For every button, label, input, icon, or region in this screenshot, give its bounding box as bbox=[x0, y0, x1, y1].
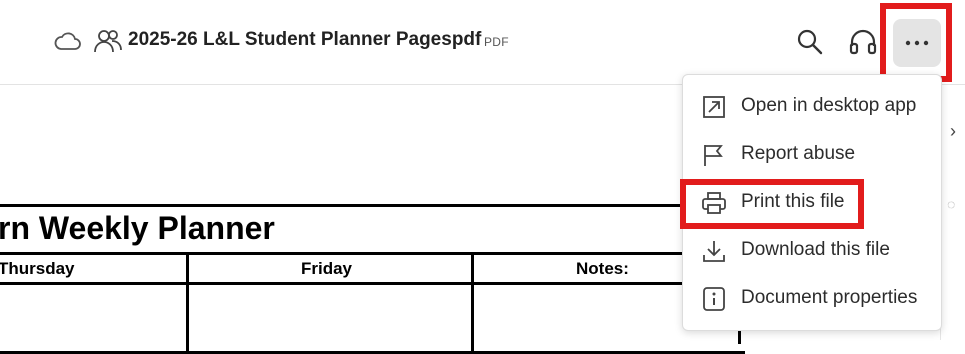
menu-item-open-desktop[interactable]: Open in desktop app bbox=[683, 84, 941, 128]
table-rule bbox=[0, 252, 745, 255]
cloud-icon bbox=[54, 32, 81, 50]
file-type-label: PDF bbox=[484, 35, 509, 49]
flag-icon bbox=[704, 145, 723, 166]
menu-item-label: Open in desktop app bbox=[741, 95, 917, 116]
menu-item-download[interactable]: Download this file bbox=[683, 228, 941, 272]
download-icon bbox=[703, 241, 725, 262]
column-header-thursday: Thursday bbox=[0, 259, 75, 278]
table-divider bbox=[186, 252, 189, 352]
highlight-box-print bbox=[680, 179, 864, 229]
info-icon bbox=[703, 287, 725, 311]
highlight-box-more-options bbox=[880, 3, 952, 82]
table-rule bbox=[0, 282, 745, 285]
menu-item-label: Download this file bbox=[741, 239, 890, 260]
menu-item-document-properties[interactable]: Document properties bbox=[683, 276, 941, 320]
menu-item-label: Document properties bbox=[741, 287, 918, 308]
headphones-icon[interactable] bbox=[848, 28, 878, 56]
open-external-icon bbox=[703, 96, 725, 118]
chevron-right-icon[interactable]: › bbox=[950, 121, 956, 142]
menu-item-report-abuse[interactable]: Report abuse bbox=[683, 132, 941, 176]
top-bar: 2025-26 L&L Student Planner Pagespdf PDF bbox=[0, 0, 965, 85]
planner-title: rn Weekly Planner bbox=[0, 210, 275, 246]
menu-item-label: Report abuse bbox=[741, 143, 856, 164]
column-header-friday: Friday bbox=[301, 259, 353, 278]
rail-icon[interactable]: ◌ bbox=[947, 196, 955, 212]
table-divider bbox=[471, 252, 474, 352]
search-icon[interactable] bbox=[796, 28, 824, 56]
column-header-notes: Notes: bbox=[576, 259, 629, 278]
document-title: 2025-26 L&L Student Planner Pagespdf bbox=[128, 29, 482, 50]
shared-users-icon[interactable] bbox=[93, 28, 123, 54]
